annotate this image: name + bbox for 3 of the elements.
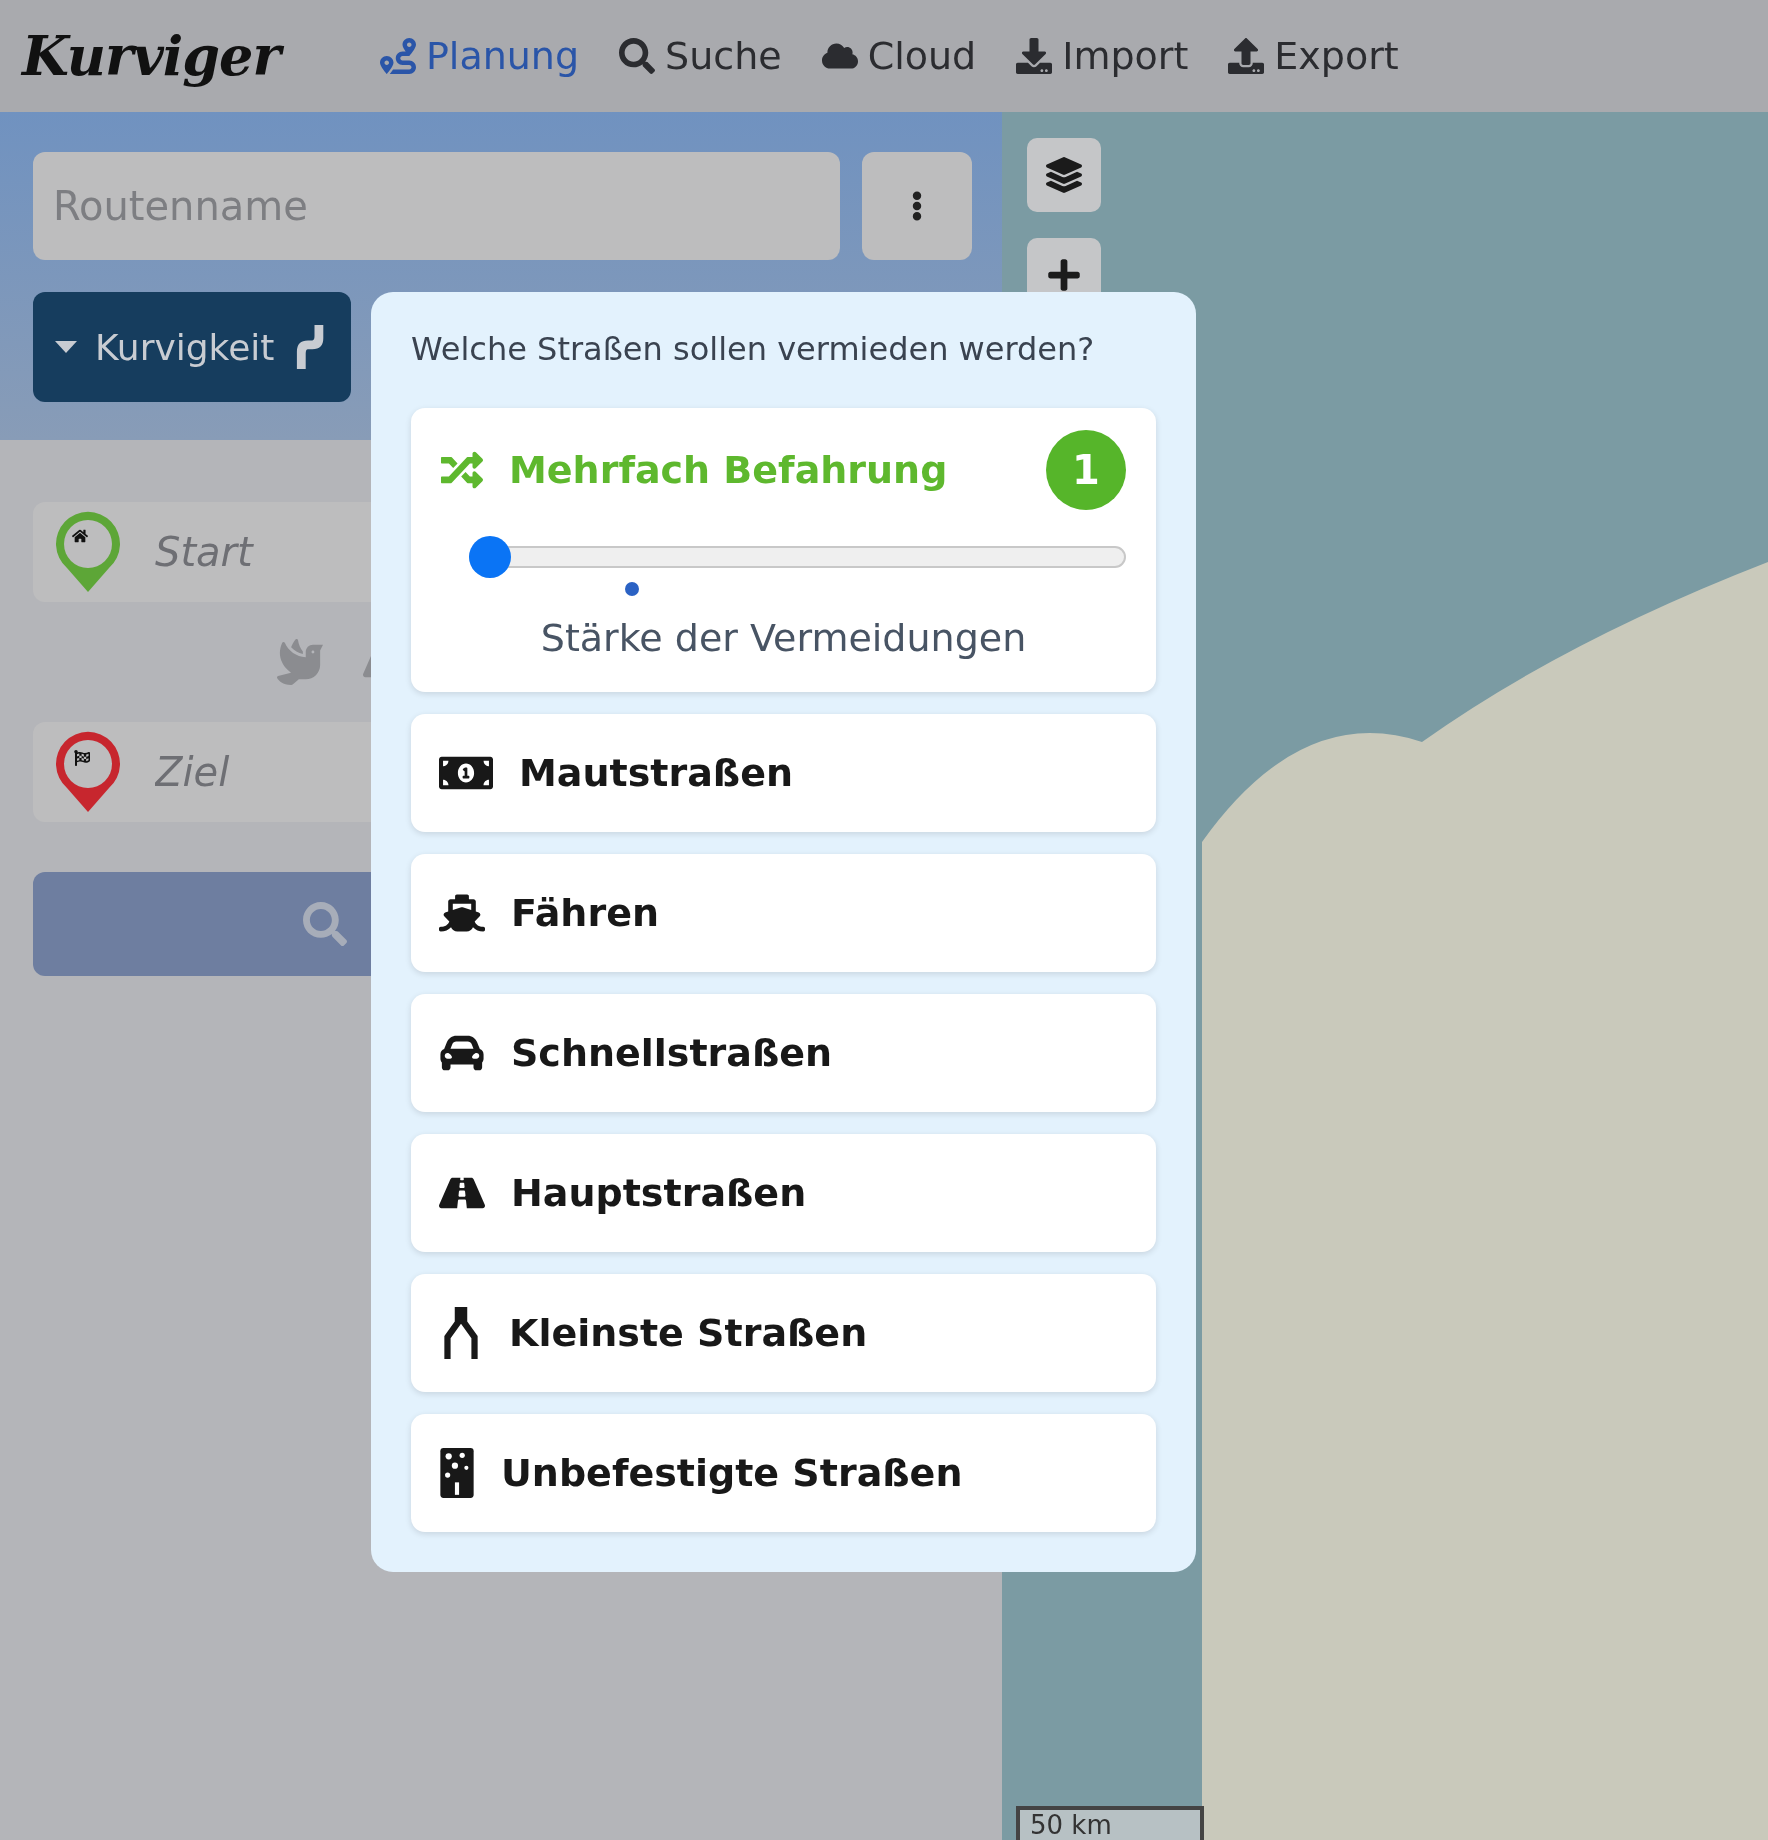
multi-pass-label: Mehrfach Befahrung [509, 448, 949, 492]
map-scale: 50 km [1016, 1806, 1204, 1840]
count-badge: 1 [1046, 430, 1126, 510]
